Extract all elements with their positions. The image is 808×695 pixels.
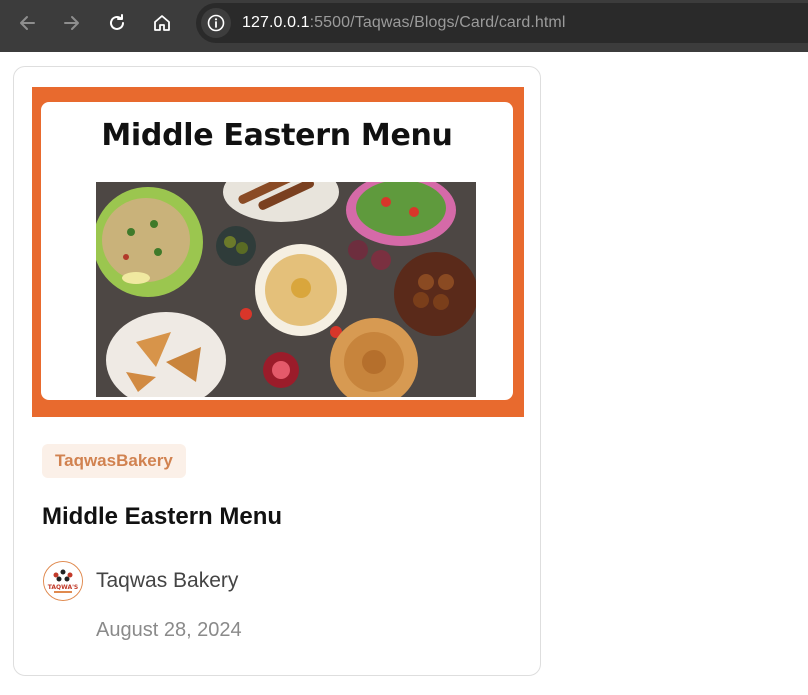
back-arrow-icon[interactable] [15, 11, 39, 35]
info-icon[interactable] [201, 8, 231, 38]
card-image-inner: Middle Eastern Menu [41, 102, 513, 400]
forward-arrow-icon[interactable] [60, 11, 84, 35]
food-photo [93, 162, 478, 400]
url-text[interactable]: 127.0.0.1:5500/Taqwas/Blogs/Card/card.ht… [242, 14, 566, 32]
category-tag[interactable]: TaqwasBakery [42, 444, 186, 478]
url-path: :5500/Taqwas/Blogs/Card/card.html [309, 14, 566, 31]
image-title: Middle Eastern Menu [101, 118, 453, 153]
home-icon[interactable] [150, 11, 174, 35]
address-bar[interactable]: 127.0.0.1:5500/Taqwas/Blogs/Card/card.ht… [196, 3, 808, 43]
post-date: August 28, 2024 [96, 619, 242, 641]
url-host: 127.0.0.1 [242, 14, 310, 31]
author-name[interactable]: Taqwas Bakery [96, 569, 238, 593]
card-image: Middle Eastern Menu [32, 87, 524, 417]
blog-card[interactable]: Middle Eastern Menu TaqwasBakery Middle … [13, 66, 541, 676]
browser-toolbar: 127.0.0.1:5500/Taqwas/Blogs/Card/card.ht… [0, 0, 808, 52]
reload-icon[interactable] [105, 11, 129, 35]
card-title[interactable]: Middle Eastern Menu [42, 503, 282, 531]
author-avatar: TAQWA'S [43, 561, 83, 601]
avatar-text: TAQWA'S [48, 584, 79, 591]
